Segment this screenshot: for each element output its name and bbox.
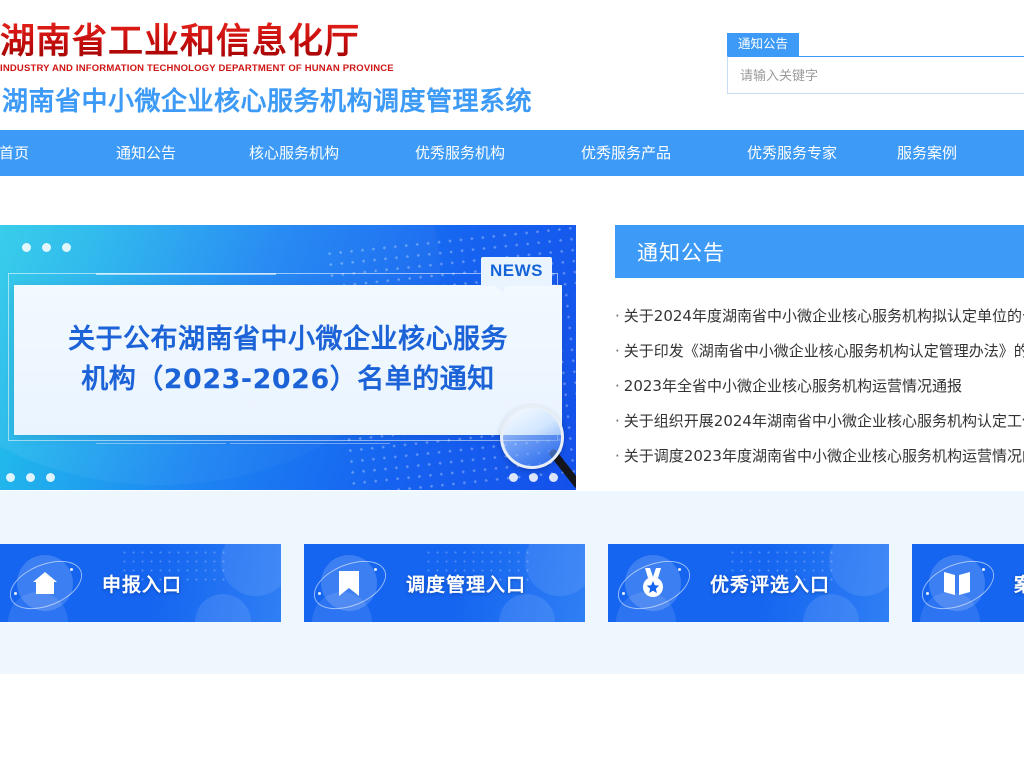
bullet-icon: · <box>615 307 620 325</box>
notice-item-text: 关于2024年度湖南省中小微企业核心服务机构拟认定单位的公示 <box>623 307 1024 325</box>
notice-item-text: 关于调度2023年度湖南省中小微企业核心服务机构运营情况的通知 <box>623 447 1024 465</box>
entry-section: 申报入口 调度管理入口 优秀评选入口 <box>0 491 1024 674</box>
nav-item-notices[interactable]: 通知公告 <box>116 130 249 176</box>
bullet-icon: · <box>615 342 620 360</box>
entry-icon-wrap <box>914 546 1002 620</box>
notice-item-text: 关于组织开展2024年湖南省中小微企业核心服务机构认定工作的通知 <box>623 412 1024 430</box>
notice-panel-header: 通知公告 <box>615 225 1024 278</box>
entry-card-label: 调度管理入口 <box>406 573 527 596</box>
notice-item-text: 2023年全省中小微企业核心服务机构运营情况通报 <box>623 377 962 395</box>
news-banner[interactable]: NEWS 关于公布湖南省中小微企业核心服务 机构（2023-2026）名单的通知 <box>0 225 576 490</box>
search-box: 搜索 <box>727 56 1024 94</box>
list-item[interactable]: · 关于2024年度湖南省中小微企业核心服务机构拟认定单位的公示 <box>615 299 1024 334</box>
bullet-icon: · <box>615 377 620 395</box>
bullet-icon: · <box>615 447 620 465</box>
main-content: NEWS 关于公布湖南省中小微企业核心服务 机构（2023-2026）名单的通知… <box>0 176 1024 491</box>
nav-item-excellent-experts[interactable]: 优秀服务专家 <box>747 130 897 176</box>
magnifier-icon <box>500 405 576 490</box>
banner-headline-card: 关于公布湖南省中小微企业核心服务 机构（2023-2026）名单的通知 <box>14 285 562 435</box>
logo-english-subtitle: INDUSTRY AND INFORMATION TECHNOLOGY DEPA… <box>0 63 394 74</box>
entry-card-excellence-selection[interactable]: 优秀评选入口 <box>608 544 889 622</box>
nav-item-home[interactable]: 首页 <box>0 130 116 176</box>
nav-item-core-orgs[interactable]: 核心服务机构 <box>249 130 415 176</box>
nav-item-excellent-products[interactable]: 优秀服务产品 <box>581 130 747 176</box>
news-badge: NEWS <box>481 257 552 293</box>
list-item[interactable]: ·关于组织开展2024年湖南省中小微企业核心服务机构认定工作的通知 <box>615 404 1024 439</box>
site-logo: 湖南省工业和信息化厅 INDUSTRY AND INFORMATION TECH… <box>0 22 600 74</box>
banner-line-decoration-bottom-right <box>230 442 390 444</box>
notice-item-text: 关于印发《湖南省中小微企业核心服务机构认定管理办法》的通知 <box>623 342 1024 360</box>
notice-panel: 通知公告 · 关于2024年度湖南省中小微企业核心服务机构拟认定单位的公示 · 关于… <box>615 225 1024 490</box>
entry-card-label: 申报入口 <box>102 573 183 596</box>
banner-dots-top-left <box>22 243 71 252</box>
notice-list: · 关于2024年度湖南省中小微企业核心服务机构拟认定单位的公示 · 关于印发《湖南… <box>615 299 1024 474</box>
page-root: 湖南省工业和信息化厅 INDUSTRY AND INFORMATION TECH… <box>0 0 1024 768</box>
banner-headline-line-2: 机构（2023-2026）名单的通知 <box>81 364 495 395</box>
entry-icon-wrap <box>2 546 90 620</box>
entry-icon-wrap <box>306 546 394 620</box>
search-widget: 通知公告 搜索 <box>727 33 1024 94</box>
list-item[interactable]: · 关于印发《湖南省中小微企业核心服务机构认定管理办法》的通知 <box>615 334 1024 369</box>
logo-chinese-title: 湖南省工业和信息化厅 <box>0 22 600 62</box>
banner-dots-bottom-left <box>6 473 55 482</box>
bullet-icon: · <box>615 412 620 430</box>
notice-panel-title: 通知公告 <box>637 240 725 265</box>
entry-card-label: 优秀评选入口 <box>710 573 831 596</box>
entry-icon-wrap <box>610 546 698 620</box>
nav-item-excellent-orgs[interactable]: 优秀服务机构 <box>415 130 581 176</box>
search-category-tab[interactable]: 通知公告 <box>727 33 800 56</box>
page-inner: 湖南省工业和信息化厅 INDUSTRY AND INFORMATION TECH… <box>0 0 1024 674</box>
list-item[interactable]: · 2023年全省中小微企业核心服务机构运营情况通报 <box>615 369 1024 404</box>
site-header: 湖南省工业和信息化厅 INDUSTRY AND INFORMATION TECH… <box>0 0 1024 130</box>
entry-card-dispatch-management[interactable]: 调度管理入口 <box>304 544 585 622</box>
entry-card-label: 案例展示入口 <box>1014 570 1024 597</box>
nav-item-service-cases[interactable]: 服务案例 <box>897 130 1024 176</box>
banner-headline-line-1: 关于公布湖南省中小微企业核心服务 <box>68 324 508 355</box>
entry-card-row: 申报入口 调度管理入口 优秀评选入口 <box>0 544 1024 622</box>
entry-card-case-showcase[interactable]: 案例展示入口 <box>912 544 1024 622</box>
banner-line-decoration-bottom-left <box>96 442 226 444</box>
main-navigation: 首页 通知公告 核心服务机构 优秀服务机构 优秀服务产品 优秀服务专家 服务案例 <box>0 130 1024 176</box>
search-input[interactable] <box>728 58 1024 92</box>
entry-card-declaration[interactable]: 申报入口 <box>0 544 281 622</box>
list-item[interactable]: · 关于调度2023年度湖南省中小微企业核心服务机构运营情况的通知 <box>615 439 1024 474</box>
page-title: 湖南省中小微企业核心服务机构调度管理系统 <box>2 87 533 117</box>
